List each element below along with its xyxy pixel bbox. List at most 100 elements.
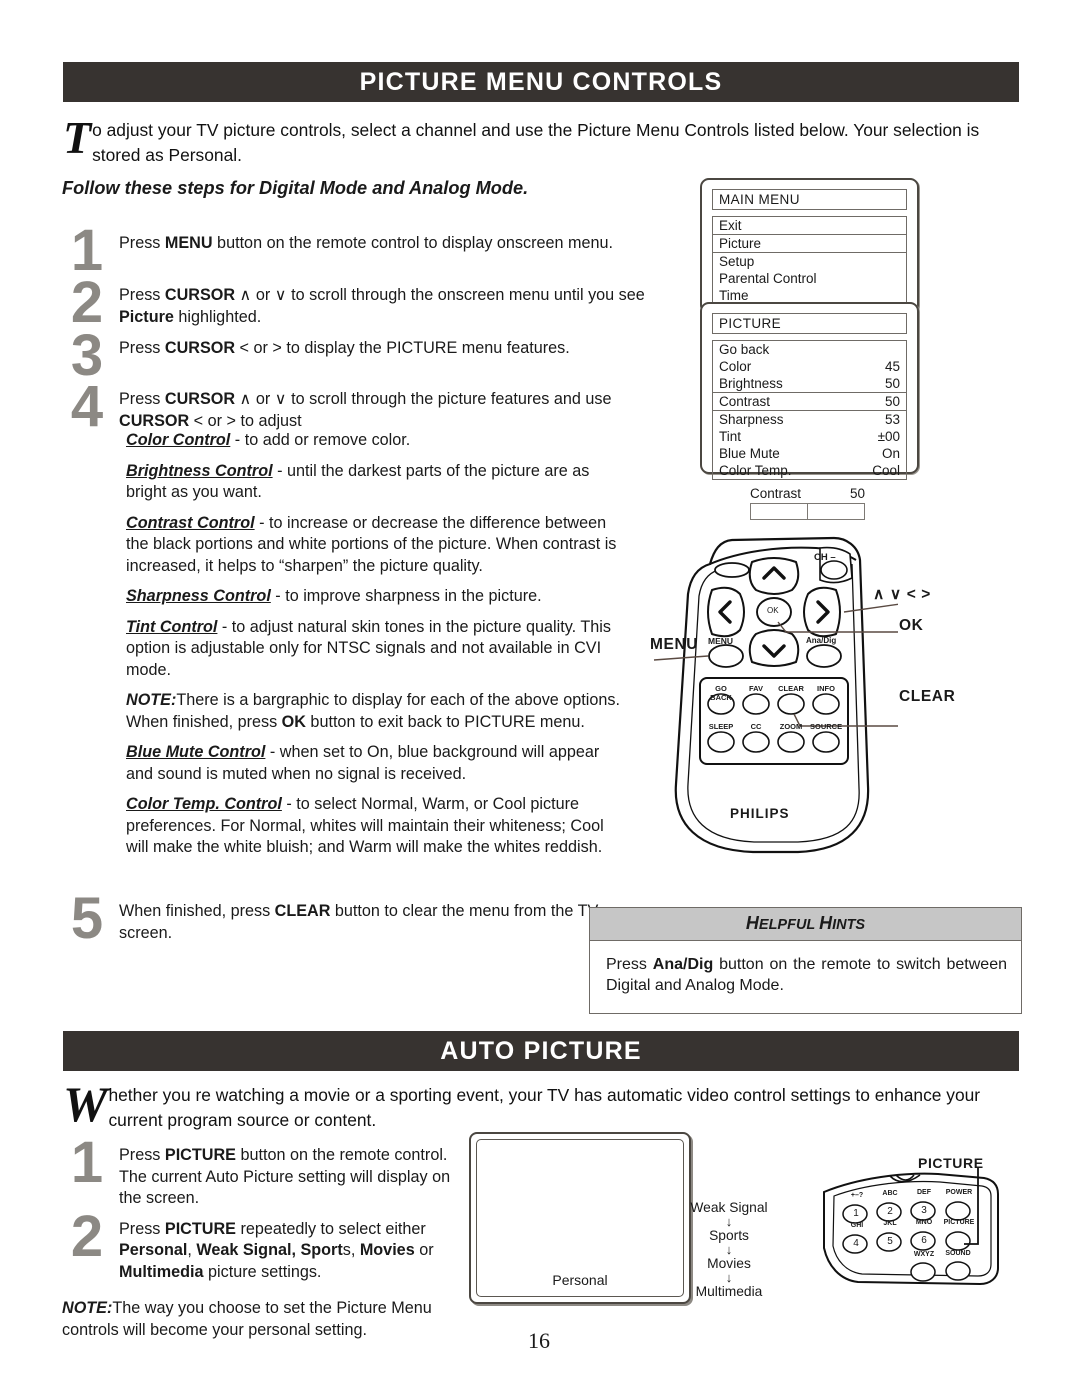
remote-label-sleep: SLEEP bbox=[708, 722, 734, 731]
keypad-key-1[interactable]: 1 bbox=[849, 1208, 863, 1219]
osd-item-parental-control[interactable]: Parental Control bbox=[713, 270, 906, 287]
control-term: Color Control bbox=[126, 431, 231, 449]
keypad-sub-3: DEF bbox=[917, 1189, 931, 1196]
helpful-hints-header: HELPFUL HINTS bbox=[590, 908, 1021, 941]
step-text: Press PICTURE repeatedly to select eithe… bbox=[119, 1219, 434, 1281]
bargraph-bar[interactable] bbox=[750, 503, 865, 520]
bargraph-empty bbox=[808, 504, 864, 519]
osd-item-blue-mute[interactable]: Blue Mute On bbox=[713, 445, 906, 462]
osd-bargraph-contrast: Contrast 50 bbox=[750, 486, 865, 520]
step-item: 1 Press MENU button on the remote contro… bbox=[55, 222, 685, 280]
osd-item-value: 45 bbox=[884, 359, 900, 374]
osd-item-label: Blue Mute bbox=[719, 446, 780, 461]
control-term: Brightness Control bbox=[126, 461, 273, 480]
keypad-sub-sound: SOUND bbox=[945, 1250, 971, 1257]
keypad-sub-wxyz: WXYZ bbox=[913, 1251, 935, 1258]
step-text: Press CURSOR < or > to display the PICTU… bbox=[119, 339, 570, 357]
osd-item-label: Contrast bbox=[719, 394, 771, 409]
bargraph-value: 50 bbox=[849, 486, 865, 501]
tv-screen-setting-label: Personal bbox=[552, 1272, 608, 1288]
osd-item-label: Exit bbox=[719, 218, 742, 233]
step-number: 4 bbox=[70, 374, 104, 439]
control-desc-brightness: Brightness Control - until the darkest p… bbox=[126, 461, 626, 504]
control-desc-tint: Tint Control - to adjust natural skin to… bbox=[126, 617, 626, 682]
remote-label-clear: CLEAR bbox=[778, 684, 804, 693]
step-number: 2 bbox=[70, 270, 104, 335]
osd-item-brightness[interactable]: Brightness 50 bbox=[713, 375, 906, 392]
step-text: Press MENU button on the remote control … bbox=[119, 234, 613, 252]
hints-title-ints: INTS bbox=[832, 917, 866, 933]
keypad-sub-power: POWER bbox=[945, 1189, 973, 1196]
manual-page: PICTURE MENU CONTROLS To adjust your TV … bbox=[0, 0, 1080, 1397]
arrow-down-icon: ↓ bbox=[725, 1242, 733, 1257]
osd-item-value: 53 bbox=[884, 412, 900, 427]
drop-cap: T bbox=[63, 112, 92, 163]
flow-item-movies: Movies bbox=[707, 1256, 751, 1271]
keypad-key-4[interactable]: 4 bbox=[849, 1238, 863, 1249]
section-title-text: AUTO PICTURE bbox=[440, 1036, 642, 1065]
intro-text: hether you re watching a movie or a spor… bbox=[108, 1085, 981, 1130]
keypad-sub-5: JKL bbox=[883, 1220, 897, 1227]
osd-item-contrast[interactable]: Contrast 50 bbox=[713, 392, 906, 411]
step-item: 3 Press CURSOR < or > to display the PIC… bbox=[55, 323, 685, 388]
osd-item-exit[interactable]: Exit bbox=[713, 217, 906, 234]
hints-title-h1: H bbox=[745, 913, 759, 933]
osd-item-color[interactable]: Color 45 bbox=[713, 358, 906, 375]
remote-label-source: SOURCE bbox=[810, 722, 843, 731]
step-item: 2 Press CURSOR ∧ or ∨ to scroll through … bbox=[55, 270, 685, 335]
step-text: Press CURSOR ∧ or ∨ to scroll through th… bbox=[119, 286, 645, 326]
remote-label-ch-minus: CH – bbox=[814, 552, 836, 563]
keypad-key-5[interactable]: 5 bbox=[883, 1236, 897, 1247]
osd-item-setup[interactable]: Setup bbox=[713, 253, 906, 270]
keypad-key-3[interactable]: 3 bbox=[917, 1205, 931, 1216]
osd-item-value: On bbox=[881, 446, 900, 461]
osd-item-value: Cool bbox=[872, 463, 900, 478]
section-header-picture-menu: PICTURE MENU CONTROLS bbox=[63, 62, 1019, 102]
tv-screen-mock: Personal bbox=[469, 1132, 691, 1304]
arrow-down-icon: ↓ bbox=[725, 1214, 733, 1229]
osd-item-label: Setup bbox=[719, 254, 755, 269]
section-header-auto-picture: AUTO PICTURE bbox=[63, 1031, 1019, 1071]
osd-item-sharpness[interactable]: Sharpness 53 bbox=[713, 411, 906, 428]
remote-label-cc: CC bbox=[750, 722, 762, 731]
keypad-key-6[interactable]: 6 bbox=[917, 1235, 931, 1246]
auto-picture-note: NOTE:The way you choose to set the Pictu… bbox=[62, 1298, 482, 1341]
keypad-sub-2: ABC bbox=[882, 1190, 898, 1197]
osd-item-picture[interactable]: Picture bbox=[713, 234, 906, 253]
flow-item-sports: Sports bbox=[709, 1228, 749, 1243]
osd-item-label: Go back bbox=[719, 342, 770, 357]
step-list-picture-menu: 1 Press MENU button on the remote contro… bbox=[55, 222, 685, 439]
keypad-sub-4: GHI bbox=[850, 1222, 864, 1229]
osd-item-color-temp[interactable]: Color Temp. Cool bbox=[713, 462, 906, 479]
osd-item-label: Tint bbox=[719, 429, 742, 444]
step-list-final: 5 When finished, press CLEAR button to c… bbox=[55, 886, 655, 951]
control-descriptions: Color Control - to add or remove color. … bbox=[126, 430, 626, 868]
step-item: 1 Press PICTURE button on the remote con… bbox=[55, 1130, 455, 1210]
osd-item-tint[interactable]: Tint ±00 bbox=[713, 428, 906, 445]
control-term: Color Temp. Control bbox=[126, 795, 282, 813]
control-body: - to add or remove color. bbox=[230, 431, 411, 449]
control-term: Contrast Control bbox=[126, 513, 255, 532]
step-number: 5 bbox=[70, 886, 104, 951]
osd-item-go-back[interactable]: Go back bbox=[713, 341, 906, 358]
subheading-follow-steps: Follow these steps for Digital Mode and … bbox=[62, 178, 529, 198]
step-item: 5 When finished, press CLEAR button to c… bbox=[55, 886, 655, 951]
remote-label-fav: FAV bbox=[748, 684, 764, 693]
keypad-sub-1: +–? bbox=[850, 1192, 864, 1199]
note-text-2: button to exit back to PICTURE menu. bbox=[305, 712, 585, 731]
step-text: When finished, press CLEAR button to cle… bbox=[119, 902, 599, 942]
osd-item-label: Brightness bbox=[719, 376, 783, 391]
flow-item-multimedia: Multimedia bbox=[695, 1284, 763, 1299]
remote-brand-logo: PHILIPS bbox=[730, 806, 790, 821]
step-number: 1 bbox=[70, 1130, 104, 1195]
step-text: Press PICTURE button on the remote contr… bbox=[119, 1146, 451, 1207]
remote-label-info: INFO bbox=[817, 684, 835, 693]
hints-title-elpful: ELPFUL bbox=[758, 917, 820, 933]
flow-item-weak-signal: Weak Signal bbox=[690, 1200, 768, 1215]
hints-body-pre: Press bbox=[606, 956, 653, 973]
callout-cursor: ∧ ∨ < > bbox=[873, 586, 931, 603]
control-term: Tint Control bbox=[126, 617, 218, 636]
keypad-key-2[interactable]: 2 bbox=[883, 1206, 897, 1217]
step-number: 3 bbox=[70, 323, 104, 388]
page-number: 16 bbox=[528, 1328, 550, 1353]
